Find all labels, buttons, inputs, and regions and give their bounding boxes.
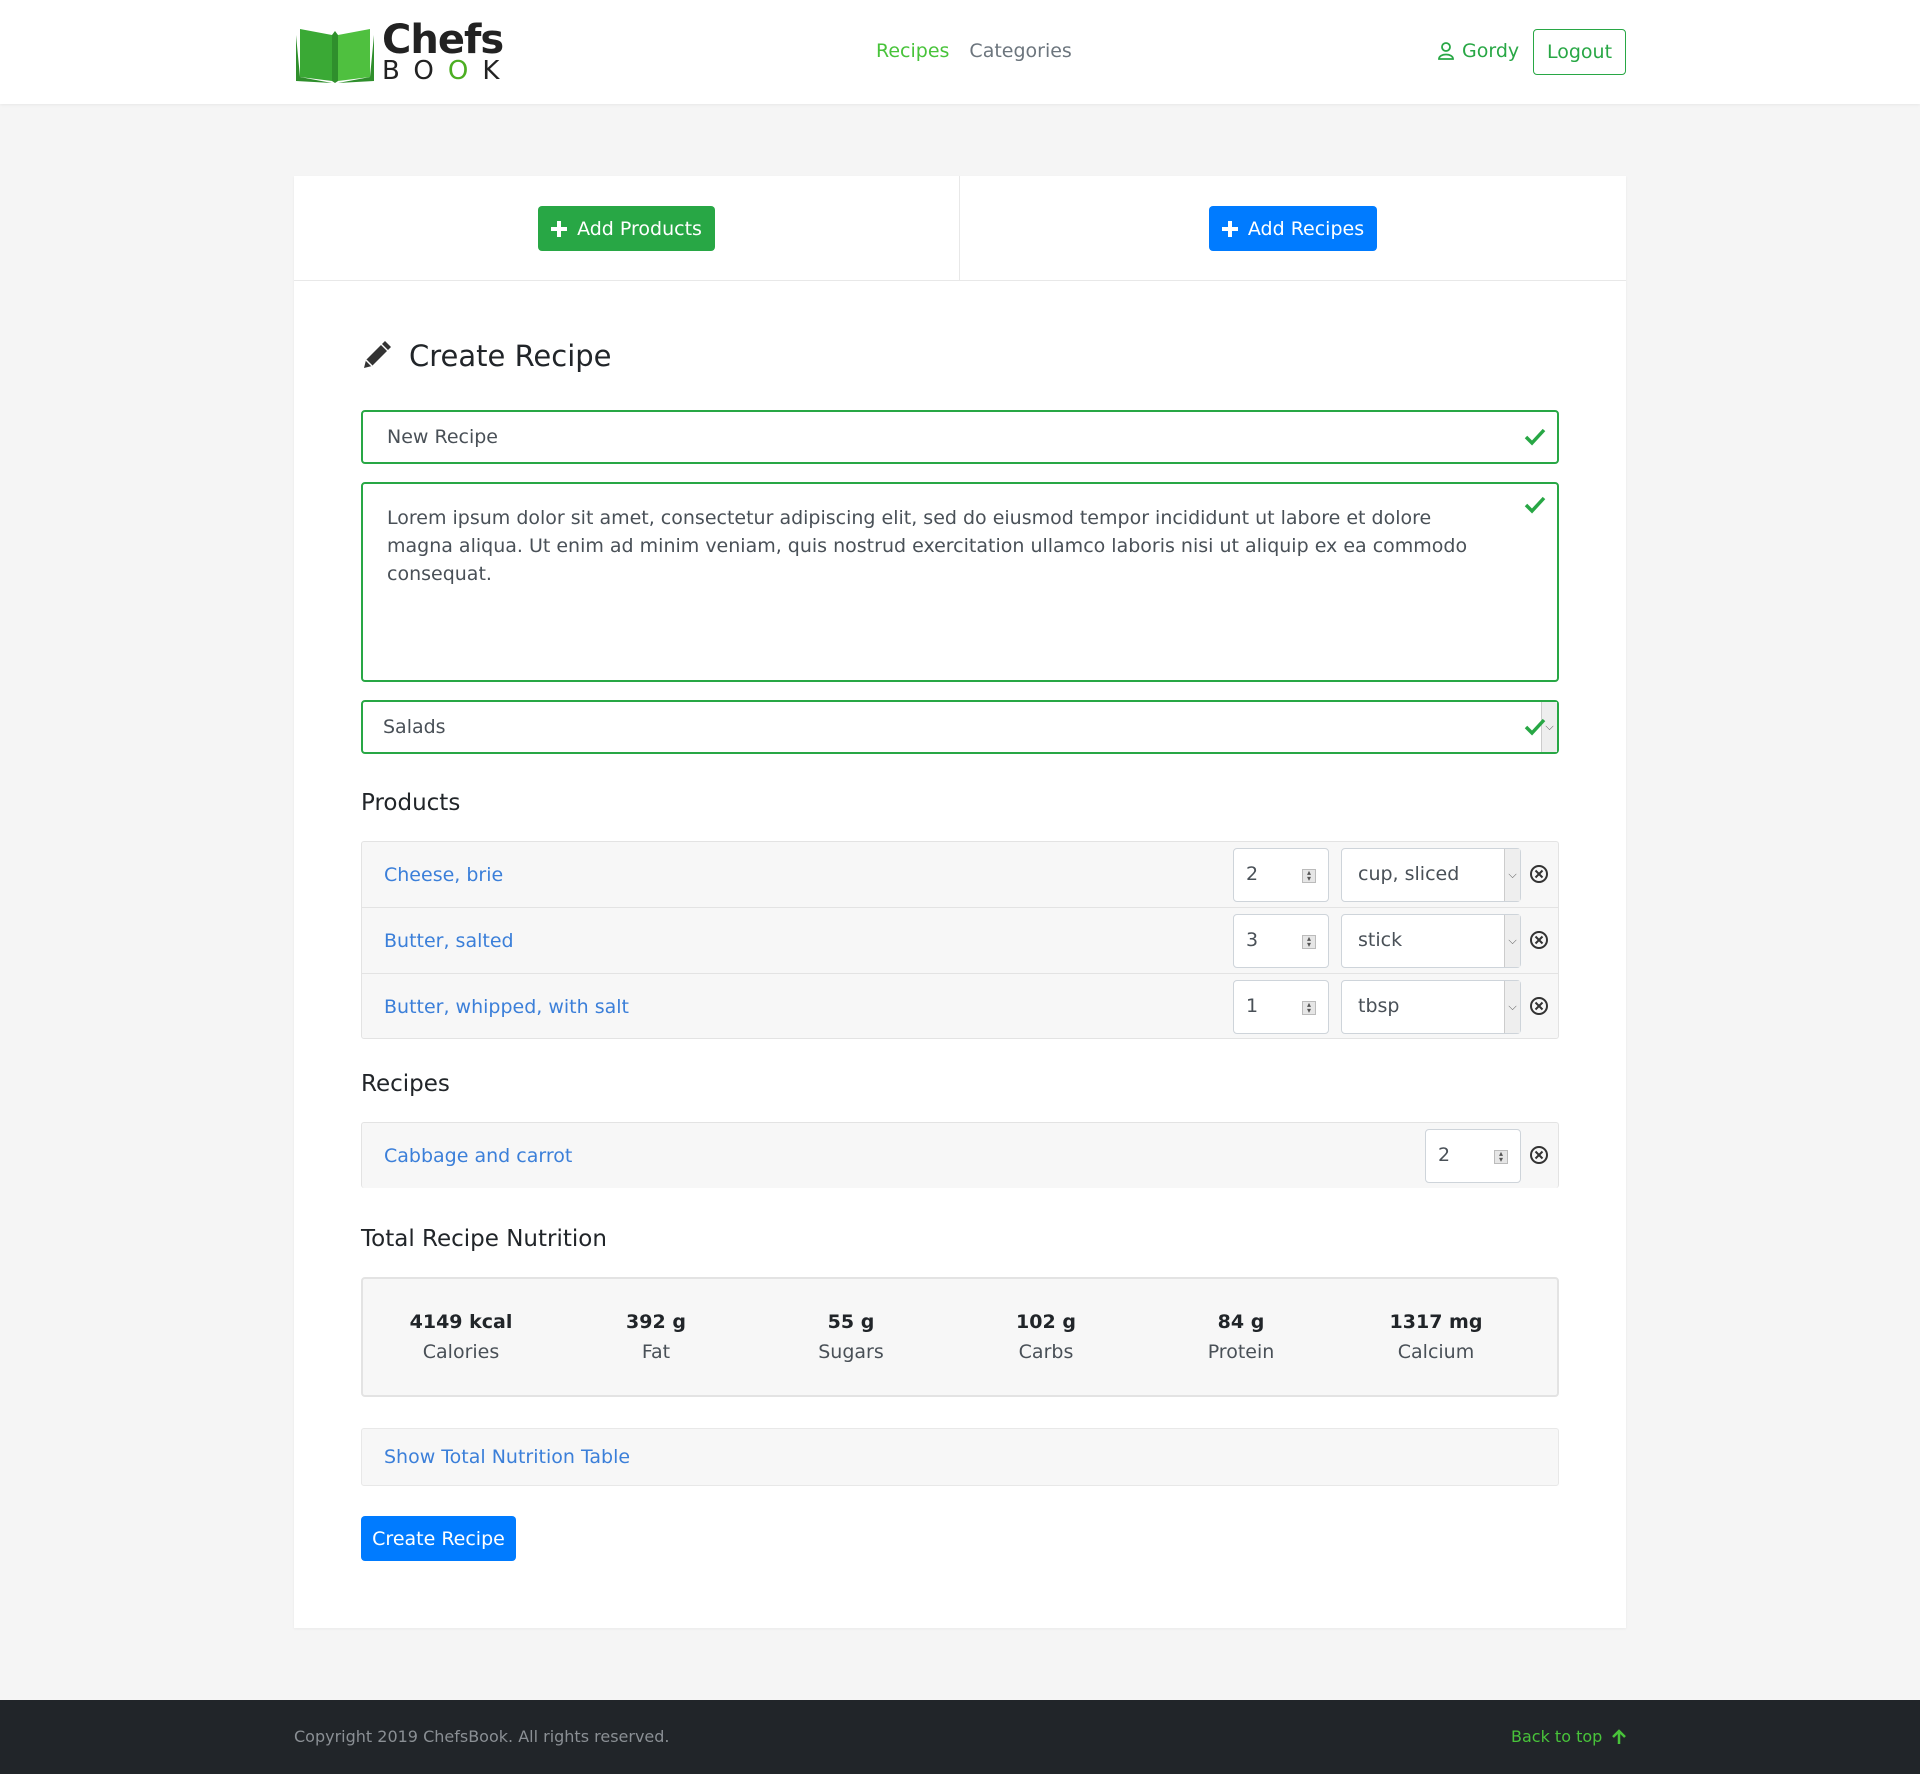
quantity-stepper[interactable]: 2 ▴ ▾ — [1233, 848, 1329, 902]
back-to-top-link[interactable]: Back to top — [1511, 1727, 1627, 1746]
remove-circle-icon[interactable] — [1529, 1145, 1549, 1165]
nutrition-label: Calcium — [1397, 1341, 1475, 1363]
check-icon — [1524, 428, 1546, 446]
nutrition-label: Calories — [422, 1341, 500, 1363]
products-heading: Products — [361, 790, 461, 816]
spinner-icon[interactable]: ▴ ▾ — [1494, 1150, 1508, 1164]
nutrition-label: Protein — [1207, 1341, 1275, 1363]
book-icon — [296, 29, 374, 83]
create-recipe-button[interactable]: Create Recipe — [361, 1516, 516, 1561]
check-icon — [1524, 496, 1546, 514]
product-link[interactable]: Butter, salted — [384, 930, 514, 952]
nutrition-label: Sugars — [818, 1341, 884, 1363]
chevron-down-icon: ⌵ — [1504, 981, 1520, 1033]
plus-icon — [1221, 220, 1238, 237]
nav-categories-link[interactable]: Categories — [969, 40, 1071, 62]
product-link[interactable]: Cheese, brie — [384, 864, 503, 886]
add-recipes-label: Add Recipes — [1247, 217, 1365, 240]
recipe-description-textarea[interactable]: Lorem ipsum dolor sit amet, consectetur … — [361, 482, 1559, 682]
remove-circle-icon[interactable] — [1529, 930, 1549, 950]
navbar: Chefs BOOK Recipes Categories Gordy Logo… — [0, 0, 1920, 104]
plus-icon — [551, 220, 568, 237]
quantity-stepper[interactable]: 2 ▴ ▾ — [1425, 1129, 1521, 1183]
card-actions: Add Products Add Recipes — [294, 176, 1626, 281]
quantity-stepper[interactable]: 1 ▴ ▾ — [1233, 980, 1329, 1034]
page-title: Create Recipe — [361, 339, 612, 373]
back-to-top-label: Back to top — [1511, 1727, 1603, 1746]
list-item: Butter, whipped, with salt 1 ▴ ▾ tbsp ⌵ — [362, 974, 1558, 1040]
nutrition-value: 1317 mg — [1389, 1311, 1483, 1333]
list-item: Cheese, brie 2 ▴ ▾ cup, sliced ⌵ — [362, 842, 1558, 908]
nutrition-label: Carbs — [1018, 1341, 1074, 1363]
show-nutrition-table-link[interactable]: Show Total Nutrition Table — [384, 1446, 630, 1468]
category-selected-value: Salads — [383, 716, 446, 738]
add-products-label: Add Products — [577, 217, 702, 240]
create-recipe-card: Add Products Add Recipes Create Recipe N… — [294, 176, 1626, 1628]
recipes-heading: Recipes — [361, 1071, 450, 1097]
logo-text-chefs: Chefs — [382, 17, 504, 63]
spinner-icon[interactable]: ▴ ▾ — [1302, 1001, 1316, 1015]
nutrition-item: 1317 mg Calcium — [1338, 1311, 1534, 1363]
divider — [959, 176, 960, 281]
user-icon — [1438, 42, 1454, 60]
spinner-icon[interactable]: ▴ ▾ — [1302, 935, 1316, 949]
quantity-stepper[interactable]: 3 ▴ ▾ — [1233, 914, 1329, 968]
recipe-name-input[interactable]: New Recipe — [361, 410, 1559, 464]
recipes-list: Cabbage and carrot 2 ▴ ▾ — [361, 1122, 1559, 1188]
category-select[interactable]: Salads ⌵ — [361, 700, 1559, 754]
unit-select[interactable]: cup, sliced ⌵ — [1341, 848, 1521, 902]
list-item: Butter, salted 3 ▴ ▾ stick ⌵ — [362, 908, 1558, 974]
logout-button[interactable]: Logout — [1533, 29, 1626, 75]
nutrition-value: 392 g — [626, 1311, 686, 1333]
user-name: Gordy — [1462, 40, 1520, 62]
remove-circle-icon[interactable] — [1529, 864, 1549, 884]
check-icon — [1524, 718, 1546, 736]
nutrition-item: 55 g Sugars — [753, 1311, 949, 1363]
nutrition-value: 84 g — [1217, 1311, 1265, 1333]
logo-text-book: BOOK — [382, 56, 514, 86]
copyright-text: Copyright 2019 ChefsBook. All rights res… — [294, 1727, 670, 1746]
spinner-icon[interactable]: ▴ ▾ — [1302, 869, 1316, 883]
user-profile-link[interactable]: Gordy — [1438, 40, 1519, 62]
list-item: Cabbage and carrot 2 ▴ ▾ — [362, 1123, 1558, 1189]
nutrition-item: 84 g Protein — [1143, 1311, 1339, 1363]
chevron-down-icon: ⌵ — [1504, 915, 1520, 967]
nav-recipes-link[interactable]: Recipes — [876, 40, 949, 62]
unit-select[interactable]: stick ⌵ — [1341, 914, 1521, 968]
arrow-up-icon — [1612, 1728, 1627, 1744]
nutrition-item: 4149 kcal Calories — [363, 1311, 559, 1363]
products-list: Cheese, brie 2 ▴ ▾ cup, sliced ⌵ Butter, … — [361, 841, 1559, 1039]
nutrition-value: 102 g — [1016, 1311, 1076, 1333]
nutrition-summary: 4149 kcal Calories 392 g Fat 55 g Sugars… — [361, 1277, 1559, 1397]
remove-circle-icon[interactable] — [1529, 996, 1549, 1016]
nutrition-heading: Total Recipe Nutrition — [361, 1226, 607, 1252]
nutrition-value: 55 g — [827, 1311, 875, 1333]
add-products-button[interactable]: Add Products — [538, 206, 715, 251]
nutrition-label: Fat — [641, 1341, 671, 1363]
recipe-link[interactable]: Cabbage and carrot — [384, 1145, 572, 1167]
add-recipes-button[interactable]: Add Recipes — [1209, 206, 1377, 251]
chevron-down-icon: ⌵ — [1504, 849, 1520, 901]
nutrition-item: 392 g Fat — [558, 1311, 754, 1363]
footer: Copyright 2019 ChefsBook. All rights res… — [0, 1700, 1920, 1774]
nutrition-item: 102 g Carbs — [948, 1311, 1144, 1363]
main-nav: Recipes Categories — [876, 40, 1072, 62]
page-title-text: Create Recipe — [409, 339, 612, 373]
unit-select[interactable]: tbsp ⌵ — [1341, 980, 1521, 1034]
nutrition-value: 4149 kcal — [409, 1311, 513, 1333]
product-link[interactable]: Butter, whipped, with salt — [384, 996, 629, 1018]
pencil-icon — [364, 341, 391, 368]
logo[interactable]: Chefs BOOK — [296, 20, 513, 84]
show-nutrition-table-toggle[interactable]: Show Total Nutrition Table — [361, 1428, 1559, 1486]
